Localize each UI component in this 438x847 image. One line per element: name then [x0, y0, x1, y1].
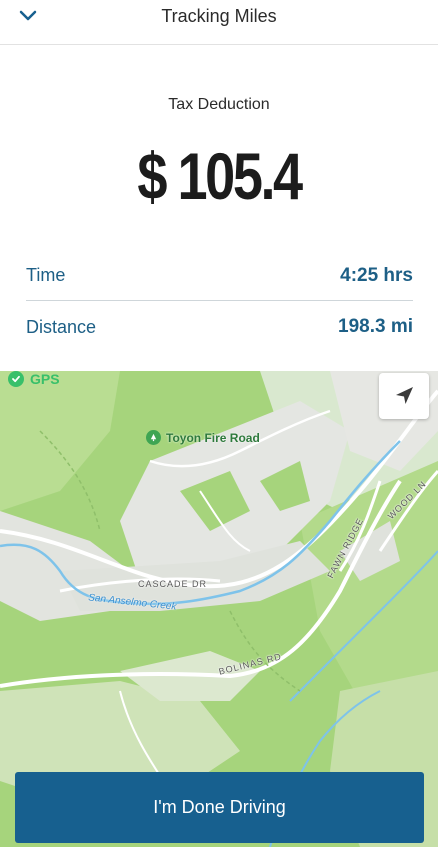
check-icon	[8, 371, 24, 387]
distance-value: 198.3 mi	[338, 316, 413, 337]
locate-me-button[interactable]	[379, 373, 429, 419]
done-driving-button[interactable]: I'm Done Driving	[15, 772, 424, 843]
page-title: Tracking Miles	[161, 6, 277, 26]
navigation-arrow-icon	[396, 387, 413, 404]
time-row: Time 4:25 hrs	[26, 251, 413, 301]
gps-label: GPS	[30, 371, 60, 387]
time-value: 4:25 hrs	[340, 264, 413, 286]
poi-toyon-fire-road[interactable]: Toyon Fire Road	[146, 430, 260, 445]
tax-deduction-amount: $ 105.4	[137, 139, 303, 213]
distance-label: Distance	[26, 316, 97, 337]
time-label: Time	[26, 265, 66, 285]
poi-label: Toyon Fire Road	[166, 430, 260, 445]
distance-row: Distance 198.3 mi	[26, 302, 413, 352]
top-bar: Tracking Miles	[0, 0, 438, 45]
road-label-cascade: CASCADE DR	[138, 579, 208, 589]
tax-deduction-label: Tax Deduction	[168, 96, 270, 113]
trail-icon	[146, 430, 161, 445]
gps-status: GPS	[8, 371, 60, 387]
